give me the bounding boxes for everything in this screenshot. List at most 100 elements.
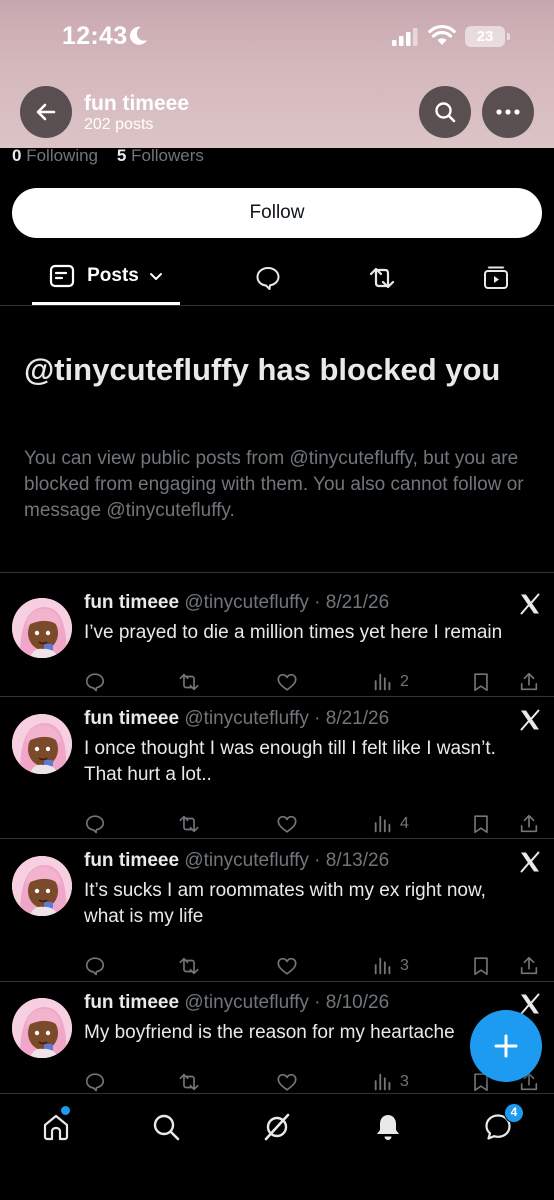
post-text-line: It’s sucks I am roommates with my ex rig…: [84, 880, 486, 901]
post-meta: @tinycutefluffy · 8/21/26: [184, 592, 390, 613]
avatar[interactable]: [12, 714, 72, 774]
reply-icon: [85, 957, 105, 976]
tab-posts[interactable]: Posts: [32, 250, 180, 305]
reply-button[interactable]: [84, 1070, 106, 1094]
like-button[interactable]: [276, 954, 298, 978]
bookmark-icon: [474, 957, 488, 976]
like-button[interactable]: [276, 812, 298, 836]
reply-button[interactable]: [84, 670, 106, 694]
avatar[interactable]: [12, 598, 72, 658]
like-icon: [277, 673, 297, 691]
views-button[interactable]: 2: [372, 670, 409, 694]
views-button[interactable]: 3: [372, 1070, 409, 1094]
status-time: 12:43: [62, 22, 128, 50]
repost-icon: [179, 957, 199, 975]
post-actions: 3: [84, 1070, 544, 1094]
back-arrow-icon: [36, 103, 56, 121]
bookmark-button[interactable]: [470, 954, 492, 978]
search-button[interactable]: [419, 86, 471, 138]
repost-button[interactable]: [178, 1070, 200, 1094]
back-button[interactable]: [20, 86, 72, 138]
post-header: fun timeee @tinycutefluffy · 8/21/26: [84, 708, 389, 730]
repost-icon: [369, 267, 395, 288]
reply-button[interactable]: [84, 812, 106, 836]
tab-media[interactable]: [472, 250, 520, 305]
repost-button[interactable]: [178, 954, 200, 978]
post-author-name[interactable]: fun timeee: [84, 992, 179, 1013]
more-button[interactable]: [482, 86, 534, 138]
share-button[interactable]: [518, 670, 540, 694]
repost-icon: [179, 1073, 199, 1091]
reply-icon: [256, 266, 280, 290]
bookmark-button[interactable]: [470, 812, 492, 836]
views-icon: [374, 673, 391, 691]
repost-button[interactable]: [178, 670, 200, 694]
like-icon: [277, 957, 297, 975]
moon-icon: [130, 26, 147, 45]
x-logo-icon: [518, 708, 542, 732]
like-button[interactable]: [276, 1070, 298, 1094]
home-notification-dot: [61, 1106, 70, 1115]
share-icon: [520, 672, 538, 691]
blocked-description: You can view public posts from @tinycute…: [24, 448, 524, 521]
search-icon[interactable]: [151, 1112, 181, 1142]
post-author-name[interactable]: fun timeee: [84, 708, 179, 729]
x-logo-icon: [518, 850, 542, 874]
followers-count: 5: [116, 146, 127, 165]
header-name: fun timeee: [84, 92, 190, 115]
views-icon: [374, 957, 391, 975]
post-header: fun timeee @tinycutefluffy · 8/10/26: [84, 992, 389, 1014]
followers-link[interactable]: 5 Followers: [117, 146, 204, 165]
blocked-title: @tinycutefluffy has blocked you: [24, 352, 501, 387]
following-count: 0: [12, 146, 22, 165]
tab-reposts[interactable]: [358, 250, 406, 305]
bottom-nav: 4: [0, 1093, 554, 1200]
bookmark-button[interactable]: [470, 670, 492, 694]
chevron-down-icon: [149, 273, 162, 280]
status-bar: 12:43 23: [0, 0, 554, 72]
divider: [0, 572, 554, 573]
share-button[interactable]: [518, 812, 540, 836]
views-count: 3: [400, 957, 409, 974]
compose-button[interactable]: [470, 1010, 542, 1082]
bell-icon[interactable]: [373, 1112, 403, 1142]
post-header: fun timeee @tinycutefluffy · 8/13/26: [84, 850, 389, 872]
following-link[interactable]: 0 Following: [12, 146, 98, 165]
post-header: fun timeee @tinycutefluffy · 8/21/26: [84, 592, 389, 614]
post-actions: 4: [84, 812, 544, 836]
post-actions: 2: [84, 670, 544, 694]
post-author-name[interactable]: fun timeee: [84, 850, 179, 871]
repost-button[interactable]: [178, 812, 200, 836]
like-icon: [277, 815, 297, 833]
follow-button[interactable]: Follow: [12, 188, 542, 238]
header-posts-count: 202 posts: [84, 116, 154, 133]
post-divider: [0, 981, 554, 982]
reply-button[interactable]: [84, 954, 106, 978]
reply-icon: [85, 1073, 105, 1092]
profile-header: 12:43 23 fun timeee 202 posts: [0, 0, 554, 148]
reply-icon: [85, 673, 105, 692]
share-icon: [520, 814, 538, 833]
share-icon: [520, 956, 538, 975]
tab-replies[interactable]: [244, 250, 292, 305]
messages-badge: 4: [504, 1103, 524, 1123]
share-button[interactable]: [518, 954, 540, 978]
post-divider: [0, 838, 554, 839]
avatar[interactable]: [12, 998, 72, 1058]
views-button[interactable]: 4: [372, 812, 409, 836]
home-icon[interactable]: [41, 1112, 71, 1142]
following-label: Following: [26, 146, 99, 165]
post-meta: @tinycutefluffy · 8/10/26: [184, 992, 390, 1013]
battery-indicator: 23: [465, 26, 510, 47]
wifi-icon: [428, 24, 456, 45]
like-button[interactable]: [276, 670, 298, 694]
avatar[interactable]: [12, 856, 72, 916]
like-icon: [277, 1073, 297, 1091]
views-icon: [374, 815, 391, 833]
profile-tabs: Posts: [0, 250, 554, 306]
followers-label: Followers: [131, 146, 204, 165]
post-author-name[interactable]: fun timeee: [84, 592, 179, 613]
reply-icon: [85, 815, 105, 834]
views-button[interactable]: 3: [372, 954, 409, 978]
grok-icon[interactable]: [262, 1112, 292, 1142]
